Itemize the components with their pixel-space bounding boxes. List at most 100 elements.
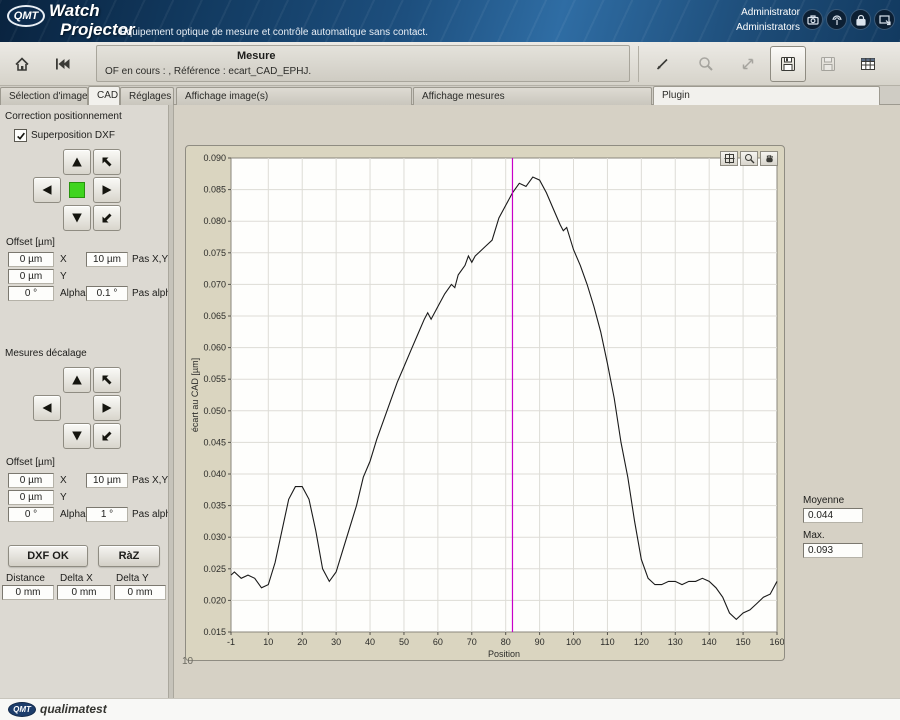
mesures-move-right-button[interactable]: [93, 395, 121, 421]
mesures-move-down-button[interactable]: [63, 423, 91, 449]
move-up-button[interactable]: [63, 149, 91, 175]
mesures-move-left-button[interactable]: [33, 395, 61, 421]
delta-x-value: 0 mm: [57, 585, 111, 600]
svg-text:0.080: 0.080: [203, 216, 226, 226]
raz-button[interactable]: RàZ: [98, 545, 160, 567]
svg-text:160: 160: [769, 637, 784, 647]
svg-text:0.040: 0.040: [203, 469, 226, 479]
svg-text:40: 40: [365, 637, 375, 647]
qmt-footer-logo: QMT: [8, 702, 36, 717]
arrow-down-icon: [71, 430, 83, 442]
svg-text:10: 10: [263, 637, 273, 647]
arrow-left-icon: [41, 402, 53, 414]
moyenne-label: Moyenne: [803, 494, 844, 508]
superposition-dxf-checkbox[interactable]: [14, 129, 27, 142]
correction-offset-y-label: Y: [60, 270, 67, 284]
skip-back-icon: [53, 55, 71, 73]
svg-text:50: 50: [399, 637, 409, 647]
arrow-right-icon: [101, 402, 113, 414]
svg-text:0.030: 0.030: [203, 532, 226, 542]
measurement-chart[interactable]: 0.0150.0200.0250.0300.0350.0400.0450.050…: [186, 146, 784, 660]
correction-pas-xy-field[interactable]: 10 µm: [86, 252, 128, 267]
correction-pas-alpha-field[interactable]: 0.1 °: [86, 286, 128, 301]
dxf-ok-button[interactable]: DXF OK: [8, 545, 88, 567]
arrow-up-left-icon: [101, 374, 113, 386]
mesures-pas-alpha-field[interactable]: 1 °: [86, 507, 128, 522]
zoom-button[interactable]: [688, 46, 724, 82]
correction-offset-y-field[interactable]: 0 µm: [8, 269, 54, 284]
save-image-button[interactable]: [810, 46, 846, 82]
mesures-move-up-button[interactable]: [63, 367, 91, 393]
camera-button[interactable]: [802, 9, 823, 30]
save-button[interactable]: [770, 46, 806, 82]
publish-button[interactable]: [826, 9, 847, 30]
table-grid-icon: [859, 55, 877, 73]
tab-reglages[interactable]: Réglages: [120, 87, 174, 105]
svg-text:150: 150: [736, 637, 751, 647]
graph-cursor-tool-button[interactable]: [720, 151, 738, 166]
home-icon: [13, 55, 31, 73]
arrow-up-icon: [71, 156, 83, 168]
graph-pan-tool-button[interactable]: [760, 151, 778, 166]
move-left-button[interactable]: [33, 177, 61, 203]
fit-view-button[interactable]: [730, 46, 766, 82]
antenna-icon: [830, 13, 844, 27]
correction-offset-title: Offset [µm]: [6, 237, 55, 248]
export-table-button[interactable]: [850, 46, 886, 82]
svg-text:0.070: 0.070: [203, 279, 226, 289]
export-screen-button[interactable]: [874, 9, 895, 30]
lock-button[interactable]: [850, 9, 871, 30]
mesures-pas-xy-field[interactable]: 10 µm: [86, 473, 128, 488]
home-button[interactable]: [4, 46, 40, 82]
graph-zoom-tool-button[interactable]: [740, 151, 758, 166]
main-toolbar: Mesure OF en cours : , Référence : ecart…: [0, 42, 900, 86]
magnifier-icon: [697, 55, 715, 73]
mesures-pad-center: [63, 395, 91, 421]
correction-alpha-field[interactable]: 0 °: [8, 286, 54, 301]
svg-text:0.090: 0.090: [203, 153, 226, 163]
resize-arrows-icon: [739, 55, 757, 73]
arrow-right-icon: [101, 184, 113, 196]
correction-alpha-label: Alpha: [60, 287, 86, 301]
tab-plugin[interactable]: Plugin: [653, 86, 880, 105]
draw-line-button[interactable]: [644, 46, 680, 82]
correction-pad: [33, 149, 121, 231]
mesures-offset-x-field[interactable]: 0 µm: [8, 473, 54, 488]
user-info: Administrator Administrators: [736, 5, 800, 35]
distance-value: 0 mm: [2, 585, 54, 600]
rotate-cw-button[interactable]: [93, 205, 121, 231]
rotate-ccw-button[interactable]: [93, 149, 121, 175]
svg-text:70: 70: [467, 637, 477, 647]
max-value: 0.093: [803, 543, 863, 558]
mesures-offset-title: Offset [µm]: [6, 457, 55, 468]
mesures-alpha-field[interactable]: 0 °: [8, 507, 54, 522]
position-indicator: [69, 182, 85, 198]
mesures-rotate-ccw-button[interactable]: [93, 367, 121, 393]
check-icon: [16, 131, 26, 141]
arrow-up-icon: [71, 374, 83, 386]
move-right-button[interactable]: [93, 177, 121, 203]
tab-affichage-mesures[interactable]: Affichage mesures: [413, 87, 652, 105]
tab-selection-image[interactable]: Sélection d'image: [0, 87, 88, 105]
svg-text:0.015: 0.015: [203, 627, 226, 637]
move-down-button[interactable]: [63, 205, 91, 231]
tab-affichage-images[interactable]: Affichage image(s): [176, 87, 412, 105]
crosshair-icon: [724, 153, 735, 164]
correction-offset-x-field[interactable]: 0 µm: [8, 252, 54, 267]
arrow-up-left-icon: [101, 156, 113, 168]
svg-text:0.045: 0.045: [203, 437, 226, 447]
export-screen-icon: [878, 13, 892, 27]
pen-line-icon: [653, 55, 671, 73]
superposition-dxf-label: Superposition DXF: [31, 129, 115, 143]
mesures-rotate-cw-button[interactable]: [93, 423, 121, 449]
delta-y-label: Delta Y: [116, 572, 149, 586]
footer-logo-text: QMT: [13, 705, 31, 714]
correction-pas-xy-label: Pas X,Y: [132, 253, 168, 267]
mesures-offset-y-field[interactable]: 0 µm: [8, 490, 54, 505]
mesures-pad: [33, 367, 121, 449]
svg-text:-1: -1: [227, 637, 235, 647]
delta-x-label: Delta X: [60, 572, 93, 586]
tab-cad[interactable]: CAD: [88, 86, 120, 105]
header-icon-bar: [802, 9, 895, 30]
restart-button[interactable]: [44, 46, 80, 82]
